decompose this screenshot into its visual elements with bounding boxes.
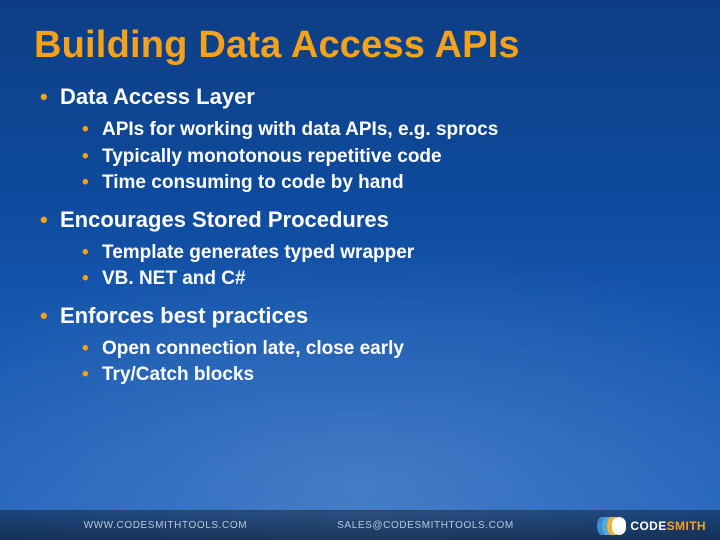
sub-list-item: APIs for working with data APIs, e.g. sp…	[80, 117, 686, 142]
sub-list-item: Template generates typed wrapper	[80, 240, 686, 265]
sub-list: Open connection late, close early Try/Ca…	[80, 336, 686, 388]
list-item: Enforces best practices Open connection …	[38, 302, 686, 388]
sub-list-item: Typically monotonous repetitive code	[80, 144, 686, 169]
list-item-label: Data Access Layer	[60, 84, 255, 109]
footer-center: WWW.CODESMITHTOOLS.COM SALES@CODESMITHTO…	[0, 520, 597, 531]
list-item: Data Access Layer APIs for working with …	[38, 83, 686, 196]
sub-list-item: VB. NET and C#	[80, 266, 686, 291]
logo-text-b: SMITH	[667, 519, 706, 533]
footer-email: SALES@CODESMITHTOOLS.COM	[337, 520, 514, 531]
logo-text-a: CODE	[630, 519, 666, 533]
sub-list: APIs for working with data APIs, e.g. sp…	[80, 117, 686, 195]
logo: CODESMITH	[597, 517, 706, 535]
sub-list: Template generates typed wrapper VB. NET…	[80, 240, 686, 292]
list-item-label: Enforces best practices	[60, 303, 308, 328]
sub-list-item: Try/Catch blocks	[80, 362, 686, 387]
footer: WWW.CODESMITHTOOLS.COM SALES@CODESMITHTO…	[0, 510, 720, 540]
sub-list-item: Time consuming to code by hand	[80, 170, 686, 195]
logo-text: CODESMITH	[630, 519, 706, 533]
bullet-list: Data Access Layer APIs for working with …	[34, 83, 686, 388]
slide: Building Data Access APIs Data Access La…	[0, 0, 720, 388]
sub-list-item: Open connection late, close early	[80, 336, 686, 361]
list-item-label: Encourages Stored Procedures	[60, 207, 389, 232]
logo-icon	[597, 517, 626, 535]
slide-title: Building Data Access APIs	[34, 24, 686, 67]
list-item: Encourages Stored Procedures Template ge…	[38, 206, 686, 292]
footer-url: WWW.CODESMITHTOOLS.COM	[84, 520, 248, 531]
